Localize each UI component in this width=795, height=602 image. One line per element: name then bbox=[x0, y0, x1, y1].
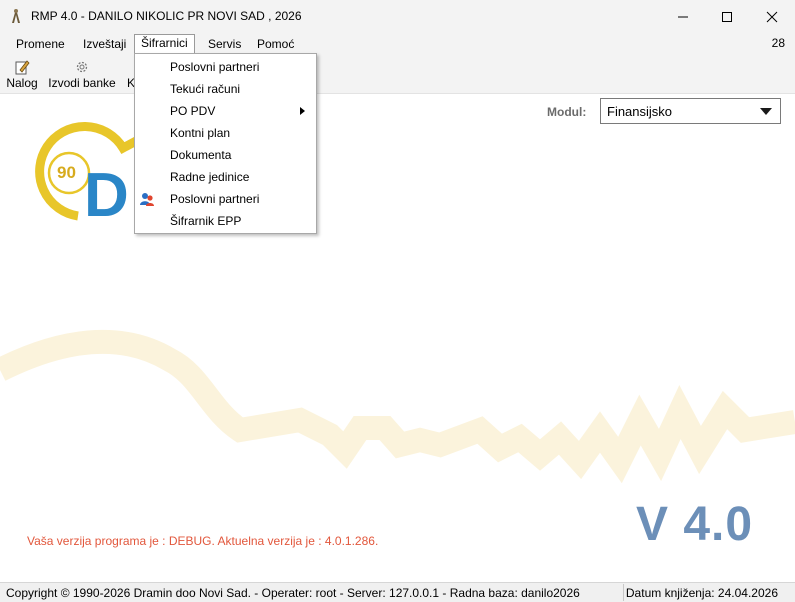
watermark-graphic bbox=[0, 329, 795, 484]
toolbar-nalog-label: Nalog bbox=[6, 76, 38, 90]
menu-counter: 28 bbox=[771, 36, 785, 50]
toolbar: Nalog Izvodi banke K bbox=[0, 55, 795, 94]
dropdown-item-tekuci-racuni[interactable]: Tekući računi bbox=[135, 78, 316, 100]
toolbar-izvodi-label: Izvodi banke bbox=[48, 76, 116, 90]
modul-select[interactable]: Finansijsko bbox=[600, 98, 781, 124]
dropdown-item-poslovni-partneri[interactable]: Poslovni partneri bbox=[135, 56, 316, 78]
menu-sifrarnici[interactable]: Šifrarnici bbox=[134, 34, 195, 54]
minimize-button[interactable] bbox=[660, 0, 706, 33]
dropdown-item-label: Dokumenta bbox=[170, 148, 232, 162]
menu-izvestaji[interactable]: Izveštaji bbox=[77, 35, 132, 53]
dropdown-item-label: Poslovni partneri bbox=[170, 192, 260, 206]
minimize-icon bbox=[678, 16, 688, 17]
dropdown-item-kontni-plan[interactable]: Kontni plan bbox=[135, 122, 316, 144]
version-note: Vaša verzija programa je : DEBUG. Aktuel… bbox=[27, 534, 379, 548]
dropdown-item-label: Tekući računi bbox=[170, 82, 241, 96]
toolbar-nalog-button[interactable]: Nalog bbox=[5, 57, 39, 91]
menu-servis[interactable]: Servis bbox=[202, 35, 247, 53]
company-logo: 90 D bbox=[35, 122, 141, 228]
app-icon bbox=[12, 9, 20, 23]
menu-bar: Promene Izveštaji Šifrarnici Servis Pomo… bbox=[0, 33, 795, 55]
close-button[interactable] bbox=[749, 0, 795, 33]
dropdown-item-label: PO PDV bbox=[170, 104, 216, 118]
version-title: V 4.0 bbox=[636, 498, 754, 551]
dropdown-item-label: Poslovni partneri bbox=[170, 60, 260, 74]
status-divider bbox=[623, 584, 624, 601]
dropdown-item-dokumenta[interactable]: Dokumenta bbox=[135, 144, 316, 166]
submenu-arrow-icon bbox=[300, 107, 305, 115]
logo-text: D bbox=[84, 161, 129, 228]
users-icon bbox=[140, 193, 154, 206]
dropdown-item-po-pdv[interactable]: PO PDV bbox=[135, 100, 316, 122]
dropdown-item-radne-jedinice[interactable]: Radne jedinice bbox=[135, 166, 316, 188]
status-posting-date: Datum knjiženja: 24.04.2026 bbox=[625, 586, 778, 600]
gear-icon bbox=[76, 61, 88, 73]
logo-badge: 90 bbox=[57, 163, 76, 182]
window-title: RMP 4.0 - DANILO NIKOLIC PR NOVI SAD , 2… bbox=[31, 9, 302, 23]
toolbar-izvodi-button[interactable]: Izvodi banke bbox=[48, 57, 116, 91]
status-copyright: Copyright © 1990-2026 Dramin doo Novi Sa… bbox=[6, 586, 580, 600]
maximize-icon bbox=[722, 11, 732, 22]
chevron-down-icon bbox=[760, 108, 772, 115]
dropdown-item-poslovni-partneri-2[interactable]: Poslovni partneri bbox=[135, 188, 316, 210]
maximize-button[interactable] bbox=[704, 0, 750, 33]
modul-label: Modul: bbox=[547, 105, 587, 119]
menu-pomoc[interactable]: Pomoć bbox=[251, 35, 300, 53]
pencil-document-icon bbox=[15, 60, 30, 75]
close-icon bbox=[766, 11, 778, 22]
menu-promene[interactable]: Promene bbox=[10, 35, 71, 53]
title-bar: RMP 4.0 - DANILO NIKOLIC PR NOVI SAD , 2… bbox=[0, 0, 795, 33]
dropdown-item-label: Radne jedinice bbox=[170, 170, 250, 184]
modul-select-value: Finansijsko bbox=[607, 104, 673, 119]
dropdown-item-label: Šifrarnik EPP bbox=[170, 214, 242, 228]
status-bar: Copyright © 1990-2026 Dramin doo Novi Sa… bbox=[0, 582, 795, 602]
dropdown-item-sifrarnik-epp[interactable]: Šifrarnik EPP bbox=[135, 210, 316, 232]
dropdown-item-label: Kontni plan bbox=[170, 126, 231, 140]
sifrarnici-dropdown: Poslovni partneri Tekući računi PO PDV K… bbox=[134, 53, 317, 234]
